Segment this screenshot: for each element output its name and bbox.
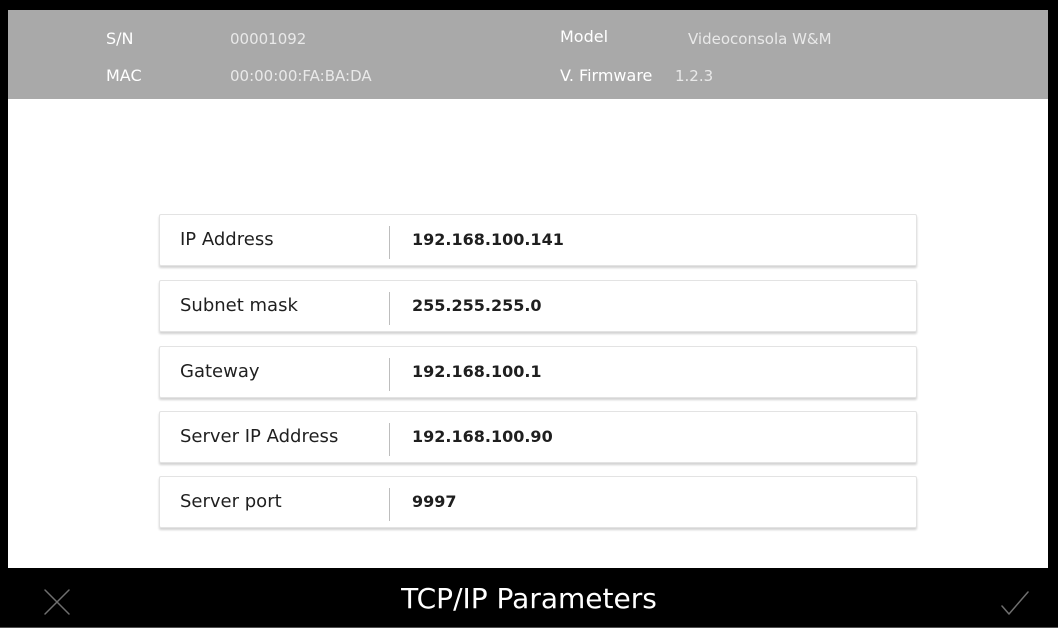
field-divider <box>389 423 390 456</box>
tcpip-parameters-screen: S/N 00001092 Model Videoconsola W&M MAC … <box>0 0 1058 628</box>
subnet-mask-label: Subnet mask <box>180 295 298 316</box>
left-frame-border <box>0 0 8 628</box>
ip-address-value[interactable]: 192.168.100.141 <box>412 229 564 251</box>
confirm-button[interactable] <box>999 586 1031 618</box>
subnet-mask-row[interactable]: Subnet mask 255.255.255.0 <box>159 280 917 332</box>
server-port-label: Server port <box>180 491 282 512</box>
device-info-header: S/N 00001092 Model Videoconsola W&M MAC … <box>8 10 1048 99</box>
firmware-value: 1.2.3 <box>675 67 714 85</box>
server-ip-address-label: Server IP Address <box>180 426 339 447</box>
mac-label: MAC <box>106 66 142 85</box>
mac-value: 00:00:00:FA:BA:DA <box>230 67 372 85</box>
sn-label: S/N <box>106 29 134 48</box>
top-frame-border <box>0 0 1058 10</box>
server-port-value[interactable]: 9997 <box>412 491 457 513</box>
field-divider <box>389 358 390 391</box>
field-divider <box>389 292 390 325</box>
ip-address-row[interactable]: IP Address 192.168.100.141 <box>159 214 917 266</box>
server-port-row[interactable]: Server port 9997 <box>159 476 917 528</box>
gateway-label: Gateway <box>180 361 260 382</box>
field-divider <box>389 226 390 259</box>
gateway-value[interactable]: 192.168.100.1 <box>412 361 542 383</box>
server-ip-address-row[interactable]: Server IP Address 192.168.100.90 <box>159 411 917 463</box>
footer-bar: TCP/IP Parameters <box>0 568 1058 628</box>
right-frame-border <box>1048 0 1058 628</box>
page-title: TCP/IP Parameters <box>401 582 657 615</box>
ip-address-label: IP Address <box>180 229 274 250</box>
field-divider <box>389 488 390 521</box>
model-value: Videoconsola W&M <box>688 30 832 48</box>
subnet-mask-value[interactable]: 255.255.255.0 <box>412 295 542 317</box>
gateway-row[interactable]: Gateway 192.168.100.1 <box>159 346 917 398</box>
check-icon <box>1001 591 1029 615</box>
firmware-label: V. Firmware <box>560 66 653 85</box>
model-label: Model <box>560 27 609 46</box>
sn-value: 00001092 <box>230 30 307 48</box>
server-ip-address-value[interactable]: 192.168.100.90 <box>412 426 553 448</box>
